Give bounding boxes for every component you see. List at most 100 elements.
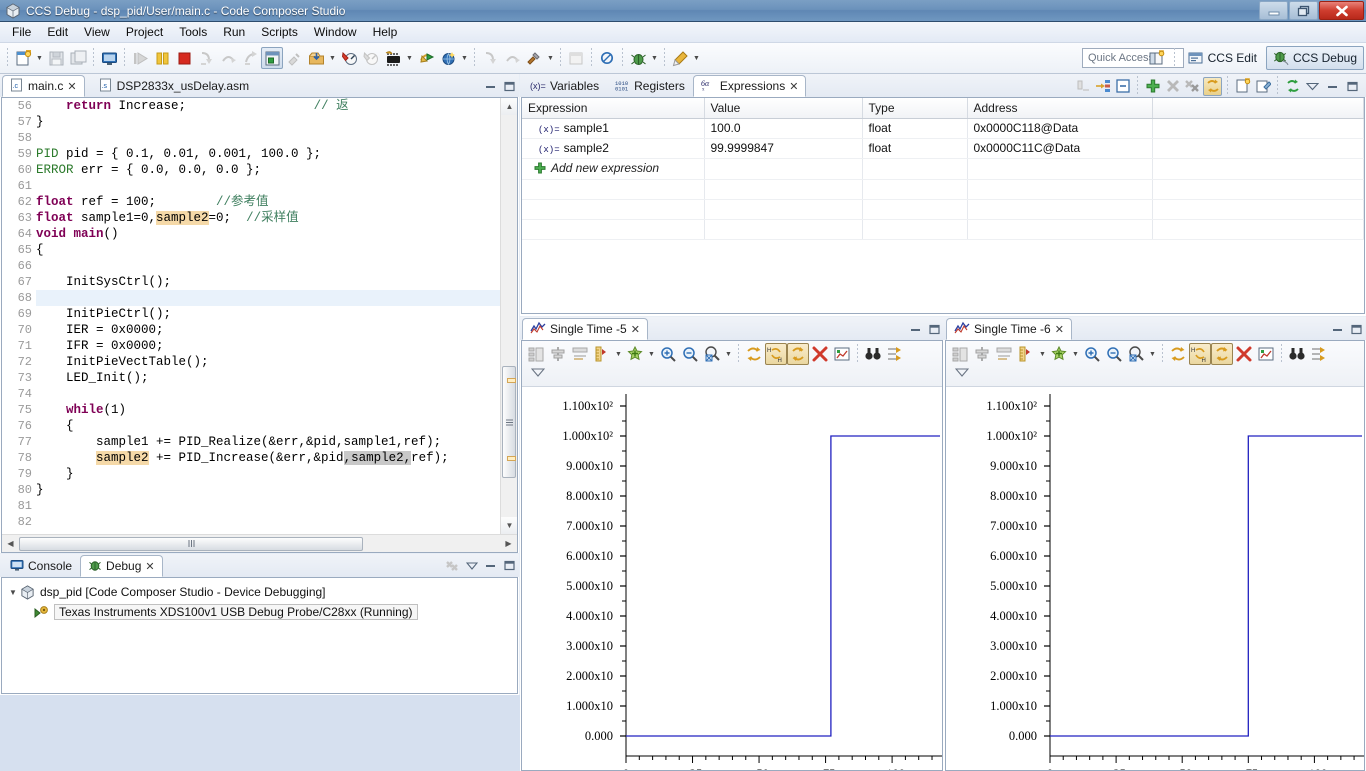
menu-run[interactable]: Run bbox=[215, 23, 253, 41]
console-icon[interactable] bbox=[98, 47, 120, 69]
axis-dropdown-icon[interactable]: ▼ bbox=[613, 343, 624, 365]
code-line[interactable]: 75 while(1) bbox=[2, 402, 500, 418]
restart-icon[interactable] bbox=[261, 47, 283, 69]
tab-debug[interactable]: Debug ✕ bbox=[80, 555, 163, 577]
scroll-right-icon[interactable]: ▶ bbox=[500, 536, 517, 552]
build-globe-icon[interactable] bbox=[437, 47, 459, 69]
table-row[interactable]: (x)= sample2 99.9999847 float 0x0000C11C@Dat… bbox=[522, 138, 1364, 159]
clear-data-icon[interactable] bbox=[809, 343, 831, 365]
minimize-icon[interactable] bbox=[1323, 77, 1342, 96]
code-line[interactable]: 57} bbox=[2, 114, 500, 130]
cell-expression[interactable]: (x)= sample1 bbox=[522, 118, 705, 139]
minimize-icon[interactable] bbox=[484, 81, 497, 94]
data-properties-icon[interactable] bbox=[1255, 343, 1277, 365]
zoom-dropdown-icon[interactable]: ▼ bbox=[1147, 343, 1158, 365]
scroll-down-icon[interactable]: ▼ bbox=[501, 517, 517, 534]
menu-tools[interactable]: Tools bbox=[171, 23, 215, 41]
continuous-refresh-icon[interactable] bbox=[1203, 76, 1222, 96]
code-line[interactable]: 61 bbox=[2, 178, 500, 194]
code-line[interactable]: 64 void main() bbox=[2, 226, 500, 242]
tab-registers[interactable]: 1010 0101 Registers bbox=[607, 75, 693, 97]
run-icon[interactable] bbox=[669, 47, 691, 69]
graph1-plot[interactable]: 1.100x10² 1.000x10² 9.000x10 8.000x10 7.000x… bbox=[522, 388, 942, 770]
build-dropdown-icon[interactable]: ▼ bbox=[459, 47, 470, 69]
maximize-icon[interactable] bbox=[503, 81, 516, 94]
code-line[interactable]: 77 sample1 += PID_Realize(&err,&pid,samp… bbox=[2, 434, 500, 450]
perspective-ccs-edit[interactable]: CCS Edit bbox=[1181, 46, 1264, 70]
cell-add-new[interactable]: Add new expression bbox=[522, 158, 705, 180]
code-line[interactable]: 80} bbox=[2, 482, 500, 498]
code-line[interactable]: 63 float sample1=0,sample2=0; //采样值 bbox=[2, 210, 500, 226]
menu-edit[interactable]: Edit bbox=[39, 23, 76, 41]
perspective-ccs-debug[interactable]: CCS Debug bbox=[1265, 46, 1364, 70]
menu-scripts[interactable]: Scripts bbox=[253, 23, 306, 41]
close-button[interactable] bbox=[1319, 1, 1364, 20]
overview-ruler-mark[interactable] bbox=[507, 456, 516, 461]
open-perspective-icon[interactable] bbox=[415, 47, 437, 69]
editor-horizontal-scrollbar[interactable]: ◀ ▶ bbox=[2, 534, 517, 552]
maximize-icon[interactable] bbox=[928, 324, 941, 337]
tab-variables[interactable]: (x)= Variables bbox=[522, 75, 607, 97]
code-line[interactable]: 58 bbox=[2, 130, 500, 146]
new-file-icon[interactable] bbox=[12, 47, 34, 69]
code-line[interactable]: 79 } bbox=[2, 466, 500, 482]
debug-bug-icon[interactable] bbox=[627, 47, 649, 69]
suspend-icon[interactable] bbox=[151, 47, 173, 69]
close-icon[interactable]: ✕ bbox=[1055, 323, 1064, 336]
tab-single-time-6[interactable]: Single Time -6 ✕ bbox=[946, 318, 1072, 340]
tab-expressions[interactable]: 6α x Expressions ✕ bbox=[692, 75, 807, 97]
binoculars-icon[interactable] bbox=[862, 343, 884, 365]
search-icon[interactable] bbox=[596, 47, 618, 69]
code-line[interactable]: 69 InitPieCtrl(); bbox=[2, 306, 500, 322]
new-expression-icon[interactable] bbox=[1233, 77, 1252, 96]
continuous-refresh-icon[interactable] bbox=[1211, 343, 1233, 365]
code-line[interactable]: 78 sample2 += PID_Increase(&err,&pid,sam… bbox=[2, 450, 500, 466]
code-line[interactable]: 71 IFR = 0x0000; bbox=[2, 338, 500, 354]
debug-tree[interactable]: ▼ dsp_pid [Code Composer Studio - Device… bbox=[1, 577, 518, 694]
connect-target-icon[interactable] bbox=[338, 47, 360, 69]
debug-config-dropdown-icon[interactable]: ▼ bbox=[404, 47, 415, 69]
export-icon[interactable] bbox=[1308, 343, 1330, 365]
data-properties-icon[interactable] bbox=[831, 343, 853, 365]
edit-expression-icon[interactable] bbox=[1253, 77, 1272, 96]
expand-arrow-icon[interactable]: ▼ bbox=[6, 588, 20, 597]
build-hammer-icon[interactable] bbox=[523, 47, 545, 69]
minimize-icon[interactable] bbox=[1331, 324, 1344, 337]
menu-window[interactable]: Window bbox=[306, 23, 365, 41]
tab-console[interactable]: Console bbox=[2, 555, 80, 577]
code-line[interactable]: 60 ERROR err = { 0.0, 0.0, 0.0 }; bbox=[2, 162, 500, 178]
add-marker-icon[interactable] bbox=[1048, 343, 1070, 365]
code-line[interactable]: 56 return Increase; // 返 bbox=[2, 98, 500, 114]
add-expression-icon[interactable] bbox=[1143, 77, 1162, 96]
code-line[interactable]: 70 IER = 0x0000; bbox=[2, 322, 500, 338]
restore-button[interactable] bbox=[1289, 1, 1318, 20]
menu-view[interactable]: View bbox=[76, 23, 118, 41]
toolbar-overflow-icon[interactable] bbox=[530, 366, 546, 381]
collapse-all-icon[interactable] bbox=[1113, 77, 1132, 96]
code-line[interactable]: 82 bbox=[2, 514, 500, 530]
refresh-icon[interactable] bbox=[1167, 343, 1189, 365]
zoom-out-icon[interactable] bbox=[1103, 343, 1125, 365]
save-all-icon[interactable] bbox=[67, 47, 89, 69]
axis-display-icon[interactable] bbox=[591, 343, 613, 365]
debug-config-icon[interactable] bbox=[382, 47, 404, 69]
terminate-icon[interactable] bbox=[173, 47, 195, 69]
col-type[interactable]: Type bbox=[862, 98, 968, 119]
add-new-expression-row[interactable]: Add new expression bbox=[522, 158, 1364, 180]
table-row[interactable]: (x)= sample1 100.0 float 0x0000C118@Data bbox=[522, 118, 1364, 139]
close-icon[interactable]: ✕ bbox=[67, 80, 76, 93]
run-dropdown-icon[interactable]: ▼ bbox=[691, 47, 702, 69]
debug-tree-row-launch[interactable]: ▼ dsp_pid [Code Composer Studio - Device… bbox=[2, 582, 517, 602]
code-line[interactable]: 68 bbox=[2, 290, 500, 306]
maximize-icon[interactable] bbox=[503, 560, 516, 573]
overview-ruler-mark[interactable] bbox=[507, 378, 516, 383]
horizontal-scroll-thumb[interactable] bbox=[19, 536, 363, 551]
load-program-icon[interactable] bbox=[305, 47, 327, 69]
zoom-fit-icon[interactable] bbox=[1125, 343, 1147, 365]
close-icon[interactable]: ✕ bbox=[145, 560, 154, 573]
menu-file[interactable]: File bbox=[4, 23, 39, 41]
binoculars-icon[interactable] bbox=[1286, 343, 1308, 365]
col-expression[interactable]: Expression bbox=[522, 98, 705, 119]
refresh-icon[interactable] bbox=[1283, 77, 1302, 96]
marker-dropdown-icon[interactable]: ▼ bbox=[646, 343, 657, 365]
